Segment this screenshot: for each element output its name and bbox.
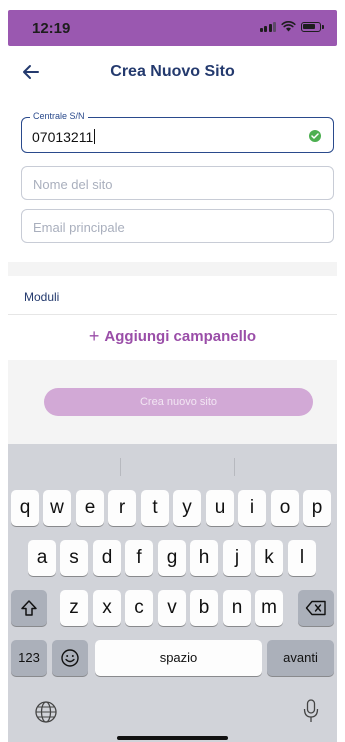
- key-q[interactable]: q: [11, 490, 39, 526]
- shift-icon: [21, 600, 37, 616]
- key-e[interactable]: e: [76, 490, 104, 526]
- numbers-key[interactable]: 123: [11, 640, 47, 676]
- section-divider: [8, 262, 337, 276]
- add-doorbell-button[interactable]: + Aggiungi campanello: [0, 326, 345, 347]
- emoji-key[interactable]: [52, 640, 88, 676]
- status-time: 12:19: [32, 20, 71, 37]
- key-v[interactable]: v: [158, 590, 186, 626]
- key-t[interactable]: t: [141, 490, 169, 526]
- key-l[interactable]: l: [288, 540, 316, 576]
- globe-icon[interactable]: [34, 700, 58, 724]
- cellular-signal-icon: [259, 21, 276, 32]
- key-g[interactable]: g: [158, 540, 186, 576]
- key-c[interactable]: c: [125, 590, 153, 626]
- on-screen-keyboard: q w e r t y u i o p a s d f g h j k l z …: [8, 444, 337, 742]
- key-n[interactable]: n: [223, 590, 251, 626]
- shift-key[interactable]: [11, 590, 47, 626]
- status-bar: 12:19: [8, 10, 337, 46]
- email-field[interactable]: Email principale: [21, 209, 334, 243]
- key-x[interactable]: x: [93, 590, 121, 626]
- key-m[interactable]: m: [255, 590, 283, 626]
- plus-icon: +: [88, 326, 100, 346]
- site-name-placeholder: Nome del sito: [33, 177, 113, 192]
- key-d[interactable]: d: [93, 540, 121, 576]
- add-doorbell-label: Aggiungi campanello: [104, 328, 257, 345]
- key-y[interactable]: y: [173, 490, 201, 526]
- space-key[interactable]: spazio: [95, 640, 262, 676]
- key-f[interactable]: f: [125, 540, 153, 576]
- key-a[interactable]: a: [28, 540, 56, 576]
- email-placeholder: Email principale: [33, 220, 125, 235]
- key-o[interactable]: o: [271, 490, 299, 526]
- key-u[interactable]: u: [206, 490, 234, 526]
- home-indicator: [117, 736, 228, 740]
- microphone-icon[interactable]: [302, 698, 320, 724]
- key-r[interactable]: r: [108, 490, 136, 526]
- backspace-icon: [305, 600, 326, 616]
- app-header: Crea Nuovo Sito: [8, 46, 337, 98]
- suggestion-bar: [8, 452, 337, 480]
- key-p[interactable]: p: [303, 490, 331, 526]
- key-j[interactable]: j: [223, 540, 251, 576]
- create-site-button[interactable]: Crea nuovo sito: [44, 388, 313, 416]
- serial-number-label: Centrale S/N: [30, 111, 88, 121]
- serial-number-field[interactable]: Centrale S/N 07013211: [21, 111, 334, 153]
- page-title: Crea Nuovo Sito: [110, 63, 235, 80]
- key-h[interactable]: h: [190, 540, 218, 576]
- check-circle-icon: [309, 130, 321, 142]
- serial-number-value: 07013211: [32, 129, 94, 145]
- text-cursor: [94, 129, 96, 144]
- modules-section-title: Moduli: [24, 290, 60, 304]
- key-w[interactable]: w: [43, 490, 71, 526]
- status-icons: [259, 21, 324, 32]
- delete-key[interactable]: [298, 590, 334, 626]
- key-b[interactable]: b: [190, 590, 218, 626]
- section-divider-line: [8, 314, 337, 315]
- key-i[interactable]: i: [238, 490, 266, 526]
- next-key[interactable]: avanti: [267, 640, 334, 676]
- key-k[interactable]: k: [255, 540, 283, 576]
- battery-icon: [301, 21, 324, 32]
- site-name-field[interactable]: Nome del sito: [21, 166, 334, 200]
- emoji-icon: [61, 649, 79, 667]
- key-s[interactable]: s: [60, 540, 88, 576]
- wifi-icon: [281, 21, 296, 32]
- key-z[interactable]: z: [60, 590, 88, 626]
